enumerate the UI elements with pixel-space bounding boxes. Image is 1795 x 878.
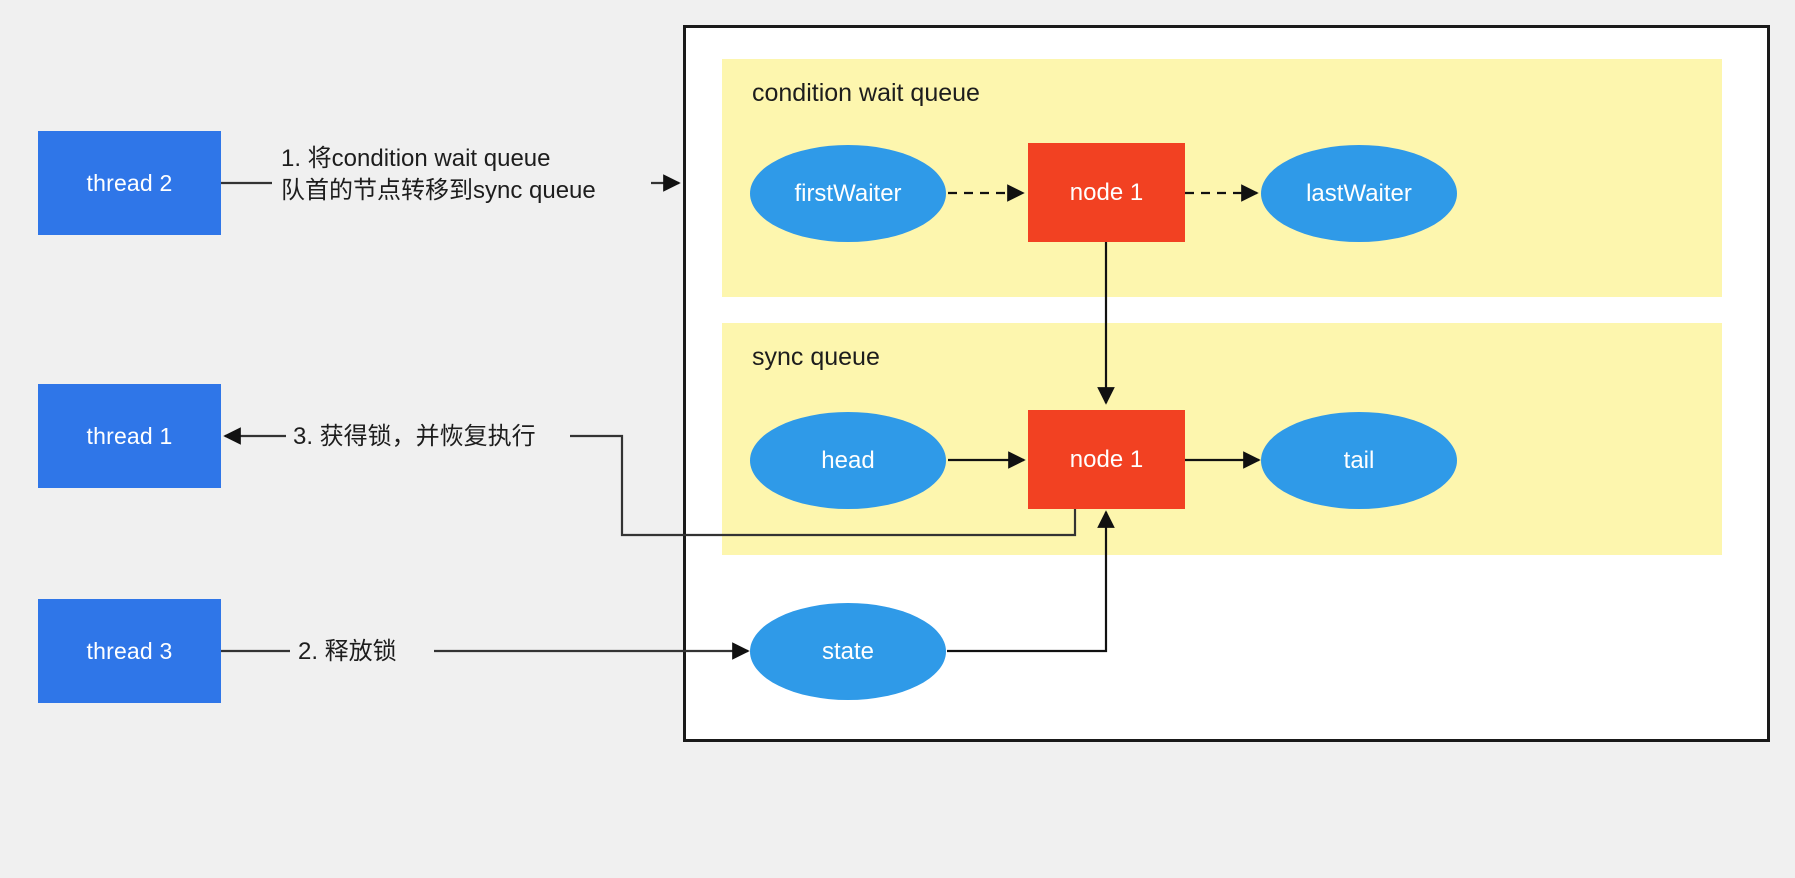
condition-node-firstwaiter[interactable]: firstWaiter bbox=[750, 145, 946, 242]
step-2-label: 2. 释放锁 bbox=[298, 638, 397, 665]
thread-2-box[interactable]: thread 2 bbox=[38, 131, 221, 235]
step-1-label-line-2: 队首的节点转移到sync queue bbox=[281, 177, 596, 205]
sync-queue-title: sync queue bbox=[752, 343, 880, 371]
sync-node-node1[interactable]: node 1 bbox=[1028, 410, 1185, 509]
step-3-label: 3. 获得锁，并恢复执行 bbox=[293, 423, 536, 450]
sync-node-tail[interactable]: tail bbox=[1261, 412, 1457, 509]
condition-node-node1[interactable]: node 1 bbox=[1028, 143, 1185, 242]
condition-node-lastwaiter[interactable]: lastWaiter bbox=[1261, 145, 1457, 242]
condition-wait-queue-title: condition wait queue bbox=[752, 79, 980, 107]
state-node[interactable]: state bbox=[750, 603, 946, 700]
step-1-label: 1. 将condition wait queue 队首的节点转移到sync qu… bbox=[281, 143, 596, 208]
diagram-canvas: condition wait queue sync queue thread 2… bbox=[0, 0, 1795, 878]
thread-3-box[interactable]: thread 3 bbox=[38, 599, 221, 703]
step-1-label-line-1: 1. 将condition wait queue bbox=[281, 145, 551, 172]
thread-1-box[interactable]: thread 1 bbox=[38, 384, 221, 488]
sync-node-head[interactable]: head bbox=[750, 412, 946, 509]
